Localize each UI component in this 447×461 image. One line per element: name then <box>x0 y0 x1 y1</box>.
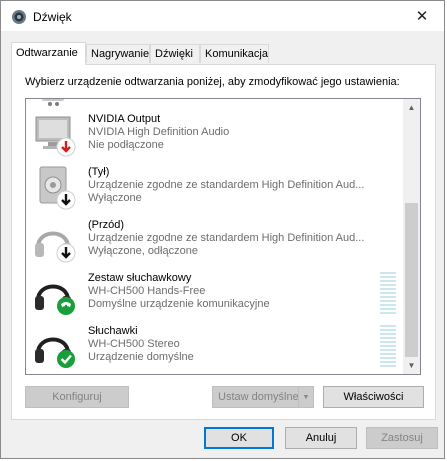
scroll-down-arrow-icon[interactable]: ▼ <box>403 357 420 374</box>
device-item-front[interactable]: (Przód) Urządzenie zgodne ze standardem … <box>26 213 403 265</box>
level-meter <box>380 272 396 316</box>
scrollbar-thumb[interactable] <box>405 203 418 357</box>
sound-dialog: Dźwięk ✕ Odtwarzanie Nagrywanie Dźwięki … <box>0 0 445 459</box>
chevron-down-icon[interactable]: ▼ <box>298 387 313 407</box>
device-driver: WH-CH500 Hands-Free <box>88 285 206 297</box>
monitor-speaker-icon <box>35 116 76 157</box>
device-item-nvidia-output[interactable]: NVIDIA Output NVIDIA High Definition Aud… <box>26 107 403 159</box>
device-status: Nie podłączone <box>88 139 164 151</box>
headset-icon <box>35 284 75 315</box>
configure-button[interactable]: Konfiguruj <box>25 386 129 408</box>
green-phone-icon <box>57 297 75 315</box>
device-status: Domyślne urządzenie komunikacyjne <box>88 298 270 310</box>
speaker-icon <box>39 166 76 210</box>
scroll-up-arrow-icon[interactable]: ▲ <box>403 99 420 116</box>
tab-panel-playback: Wybierz urządzenie odtwarzania poniżej, … <box>11 64 436 420</box>
device-name: Słuchawki <box>88 325 138 337</box>
black-down-arrow-icon <box>56 190 76 210</box>
set-default-label: Ustaw domyślne <box>218 391 299 403</box>
cancel-button[interactable]: Anuluj <box>285 427 357 449</box>
tab-playback[interactable]: Odtwarzanie <box>11 42 86 65</box>
properties-button[interactable]: Właściwości <box>323 386 424 408</box>
partial-device-icon <box>42 99 64 106</box>
vertical-scrollbar[interactable]: ▲ ▼ <box>403 99 420 374</box>
tab-recording[interactable]: Nagrywanie <box>86 44 150 63</box>
title-bar: Dźwięk ✕ <box>1 1 444 31</box>
ok-button[interactable]: OK <box>204 427 274 449</box>
device-item-headphones[interactable]: Słuchawki WH-CH500 Stereo Urządzenie dom… <box>26 319 403 371</box>
device-name: (Przód) <box>88 219 125 231</box>
tab-sounds[interactable]: Dźwięki <box>150 44 200 63</box>
device-driver: Urządzenie zgodne ze standardem High Def… <box>88 232 365 244</box>
level-meter <box>380 325 396 369</box>
apply-button[interactable]: Zastosuj <box>366 427 438 449</box>
red-down-arrow-icon <box>56 137 76 157</box>
set-default-button[interactable]: Ustaw domyślne ▼ <box>212 386 314 408</box>
device-item-rear[interactable]: (Tył) Urządzenie zgodne ze standardem Hi… <box>26 160 403 212</box>
device-name: Zestaw słuchawkowy <box>88 272 192 284</box>
device-list[interactable]: NVIDIA Output NVIDIA High Definition Aud… <box>25 98 421 375</box>
device-status: Urządzenie domyślne <box>88 351 194 363</box>
headphones-icon <box>35 231 76 263</box>
close-icon: ✕ <box>415 8 429 25</box>
device-driver: Urządzenie zgodne ze standardem High Def… <box>88 179 365 191</box>
headphones-icon <box>35 337 75 368</box>
close-button[interactable]: ✕ <box>400 1 444 31</box>
device-status: Wyłączone, odłączone <box>88 245 198 257</box>
black-down-arrow-icon <box>56 243 76 263</box>
device-driver: NVIDIA High Definition Audio <box>88 126 230 138</box>
device-driver: WH-CH500 Stereo <box>88 338 180 350</box>
device-status: Wyłączone <box>88 192 142 204</box>
device-item-headset[interactable]: Zestaw słuchawkowy WH-CH500 Hands-Free D… <box>26 266 403 318</box>
window-title: Dźwięk <box>33 10 72 24</box>
device-name: NVIDIA Output <box>88 113 161 125</box>
tab-communication[interactable]: Komunikacja <box>200 44 269 63</box>
device-name: (Tył) <box>88 166 110 178</box>
green-check-icon <box>57 350 75 368</box>
instruction-text: Wybierz urządzenie odtwarzania poniżej, … <box>25 76 400 88</box>
speaker-app-icon <box>12 10 26 24</box>
